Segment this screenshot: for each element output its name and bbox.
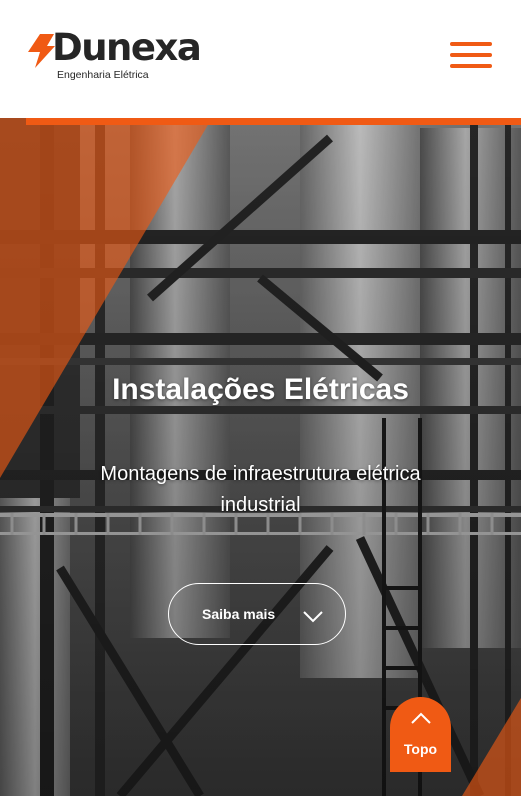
brand-tagline: Engenharia Elétrica (57, 69, 149, 81)
hero-background-image (0, 118, 521, 796)
hero-title: Instalações Elétricas (112, 373, 409, 406)
saiba-mais-button[interactable]: Saiba mais (168, 583, 346, 645)
hero-subtitle: Montagens de infraestrutura elétrica ind… (100, 463, 421, 516)
scroll-to-top-button[interactable]: Topo (390, 697, 451, 772)
saiba-mais-label: Saiba mais (202, 606, 276, 622)
hamburger-menu-button[interactable] (450, 40, 492, 70)
chevron-down-icon (303, 611, 323, 623)
scroll-to-top-label: Topo (403, 741, 438, 757)
hamburger-menu-icon (450, 42, 492, 46)
header-accent-bar (26, 118, 521, 125)
hero-section (0, 118, 521, 796)
brand-name: Dunexa (52, 26, 202, 69)
chevron-up-icon (411, 712, 431, 724)
site-header: Dunexa Engenharia Elétrica (0, 0, 521, 118)
brand-logo[interactable]: Dunexa Engenharia Elétrica (26, 28, 202, 84)
